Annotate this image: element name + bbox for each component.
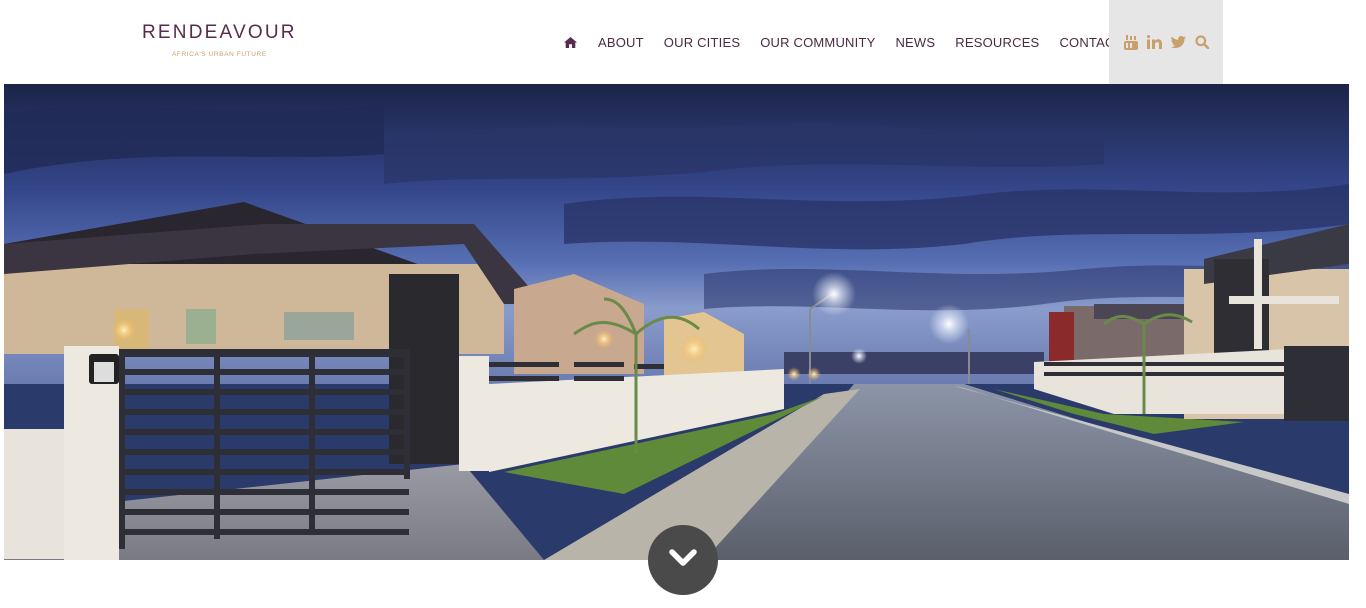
hero-image (4, 84, 1349, 560)
night-street-photo (4, 84, 1349, 560)
scroll-down-button[interactable] (648, 525, 718, 595)
nav-about[interactable]: ABOUT (598, 35, 644, 50)
nav-news[interactable]: NEWS (895, 35, 935, 50)
home-icon[interactable] (556, 0, 584, 84)
nav-resources[interactable]: RESOURCES (955, 35, 1039, 50)
logo[interactable]: RENDEAVOUR AFRICA'S URBAN FUTURE (142, 22, 302, 58)
nav-our-community[interactable]: OUR COMMUNITY (760, 35, 875, 50)
social-bar (1109, 0, 1223, 84)
chevron-down-icon (669, 548, 697, 573)
linkedin-icon[interactable] (1146, 35, 1162, 49)
search-icon[interactable] (1194, 35, 1209, 49)
logo-tagline: AFRICA'S URBAN FUTURE (172, 51, 267, 58)
logo-name: RENDEAVOUR (142, 22, 297, 43)
nav-our-cities[interactable]: OUR CITIES (664, 35, 740, 50)
twitter-icon[interactable] (1170, 36, 1186, 48)
site-header: RENDEAVOUR AFRICA'S URBAN FUTURE ABOUT O… (0, 0, 1366, 84)
main-nav: ABOUT OUR CITIES OUR COMMUNITY NEWS RESO… (556, 0, 1133, 84)
youtube-icon[interactable] (1123, 34, 1138, 50)
